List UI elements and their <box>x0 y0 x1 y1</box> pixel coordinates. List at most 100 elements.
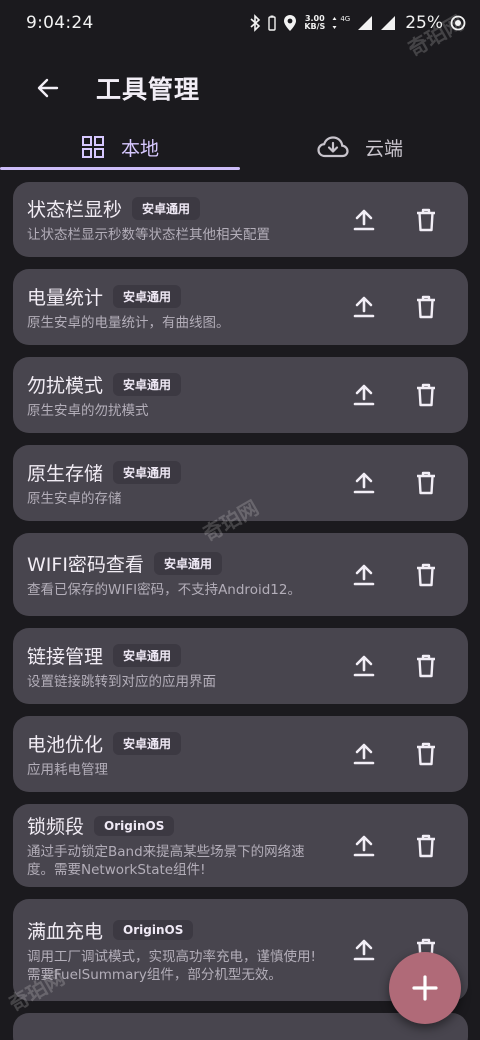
upload-icon <box>353 296 375 318</box>
battery-percent: 25% <box>405 13 443 33</box>
tool-title: 链接管理 <box>27 645 104 668</box>
upload-icon <box>353 743 375 765</box>
tool-title: 勿扰模式 <box>27 374 104 397</box>
tool-card[interactable]: 链接管理 安卓通用 设置链接跳转到对应的应用界面 <box>13 628 468 704</box>
tool-description: 设置链接跳转到对应的应用界面 <box>27 673 216 690</box>
delete-button[interactable] <box>395 646 457 686</box>
tool-card[interactable]: 勿扰模式 安卓通用 原生安卓的勿扰模式 <box>13 357 468 433</box>
tool-card[interactable]: 电池优化 安卓通用 应用耗电管理 <box>13 716 468 792</box>
tab-indicator <box>0 167 240 170</box>
circle-status-icon <box>450 15 466 31</box>
tool-card-text: WIFI密码查看 安卓通用 查看已保存的WIFI密码，不支持Android12。 <box>27 550 333 599</box>
trash-icon <box>417 742 435 766</box>
platform-badge: 安卓通用 <box>132 197 201 220</box>
page-title: 工具管理 <box>96 75 201 104</box>
trash-icon <box>417 471 435 495</box>
tool-description: 原生安卓的勿扰模式 <box>27 402 149 419</box>
upload-icon <box>353 564 375 585</box>
tool-list: 状态栏显秒 安卓通用 让状态栏显示秒数等状态栏其他相关配置 电量统计 安卓通用 … <box>13 182 468 1040</box>
delete-button[interactable] <box>395 200 457 240</box>
upload-button[interactable] <box>333 930 395 970</box>
trash-icon <box>417 208 435 231</box>
tool-description: 应用耗电管理 <box>27 761 108 778</box>
signal-2-icon <box>381 16 396 30</box>
tool-description: 让状态栏显示秒数等状态栏其他相关配置 <box>27 227 270 243</box>
tab-cloud[interactable]: 云端 <box>240 124 480 170</box>
trash-icon <box>417 383 435 407</box>
delete-button[interactable] <box>395 463 457 503</box>
tool-title: 原生存储 <box>27 462 104 485</box>
platform-badge: 安卓通用 <box>113 372 182 396</box>
upload-button[interactable] <box>333 646 395 686</box>
upload-button[interactable] <box>333 287 395 327</box>
platform-badge: 安卓通用 <box>113 643 182 667</box>
network-type: 4G <box>340 15 351 23</box>
tool-card[interactable]: 电量统计 安卓通用 原生安卓的电量统计，有曲线图。 <box>13 269 468 345</box>
data-arrows-icon <box>332 17 337 29</box>
tool-description: 调用工厂调试模式，实现高功率充电，谨慎使用! 需要FuelSummary组件，部… <box>27 948 316 983</box>
grid-icon <box>81 136 104 158</box>
tool-title: 电量统计 <box>27 286 104 309</box>
tool-card-text: 状态栏显秒 安卓通用 让状态栏显示秒数等状态栏其他相关配置 <box>27 195 333 244</box>
platform-badge: OriginOS <box>113 920 194 940</box>
bluetooth-icon <box>250 14 261 32</box>
tool-description: 原生安卓的电量统计，有曲线图。 <box>27 314 230 331</box>
upload-button[interactable] <box>333 734 395 774</box>
delete-button[interactable] <box>395 375 457 415</box>
upload-icon <box>353 209 375 230</box>
delete-button[interactable] <box>395 826 457 866</box>
upload-button[interactable] <box>333 375 395 415</box>
tool-card-text: 电池优化 安卓通用 应用耗电管理 <box>27 730 333 779</box>
platform-badge: 安卓通用 <box>113 460 182 484</box>
tool-card[interactable]: 锁频段 OriginOS 通过手动锁定Band来提高某些场景下的网络速度。需要N… <box>13 804 468 887</box>
tool-title: 锁频段 <box>27 816 85 838</box>
cloud-download-icon <box>317 136 349 158</box>
tool-card[interactable]: 原生存储 安卓通用 原生安卓的存储 <box>13 445 468 521</box>
trash-icon <box>417 834 435 857</box>
tool-card-text: 勿扰模式 安卓通用 原生安卓的勿扰模式 <box>27 371 333 420</box>
tool-description: 查看已保存的WIFI密码，不支持Android12。 <box>27 582 301 598</box>
upload-button[interactable] <box>333 555 395 595</box>
back-button[interactable] <box>16 60 80 116</box>
location-icon <box>284 15 297 31</box>
tab-cloud-label: 云端 <box>364 137 403 160</box>
tab-bar: 本地 云端 <box>0 124 480 170</box>
tool-title: WIFI密码查看 <box>27 554 144 576</box>
tab-local-label: 本地 <box>120 137 159 160</box>
upload-icon <box>353 655 375 677</box>
platform-badge: 安卓通用 <box>113 284 182 308</box>
tool-card-text: 电量统计 安卓通用 原生安卓的电量统计，有曲线图。 <box>27 283 333 332</box>
tool-description: 原生安卓的存储 <box>27 490 122 507</box>
upload-icon <box>353 384 375 406</box>
tool-title: 状态栏显秒 <box>27 199 123 221</box>
tool-card[interactable]: 状态栏显秒 安卓通用 让状态栏显示秒数等状态栏其他相关配置 <box>13 182 468 257</box>
add-tool-button[interactable] <box>389 952 461 1024</box>
status-time: 9:04:24 <box>26 13 94 33</box>
status-icons: 3.00 KB/S 4G 25% <box>249 13 466 33</box>
tool-card[interactable]: WIFI密码查看 安卓通用 查看已保存的WIFI密码，不支持Android12。 <box>13 533 468 616</box>
trash-icon <box>417 295 435 319</box>
tool-title: 电池优化 <box>27 733 104 756</box>
trash-icon <box>417 654 435 678</box>
platform-badge: 安卓通用 <box>153 552 222 575</box>
upload-button[interactable] <box>333 826 395 866</box>
upload-icon <box>353 472 375 494</box>
upload-button[interactable] <box>333 200 395 240</box>
tool-card-partial[interactable] <box>13 1013 468 1040</box>
upload-icon <box>353 939 375 961</box>
tab-local[interactable]: 本地 <box>0 124 240 170</box>
upload-button[interactable] <box>333 463 395 503</box>
signal-icon <box>358 16 373 30</box>
upload-icon <box>353 835 375 856</box>
tool-card-text: 锁频段 OriginOS 通过手动锁定Band来提高某些场景下的网络速度。需要N… <box>27 812 333 879</box>
battery-small-icon <box>268 15 277 31</box>
delete-button[interactable] <box>395 555 457 595</box>
tool-title: 满血充电 <box>27 920 104 943</box>
status-bar: 9:04:24 3.00 KB/S 4G 25% <box>0 0 480 46</box>
tool-card-text: 满血充电 OriginOS 调用工厂调试模式，实现高功率充电，谨慎使用! 需要F… <box>27 917 333 984</box>
arrow-back-icon <box>37 78 59 98</box>
tool-card-text: 链接管理 安卓通用 设置链接跳转到对应的应用界面 <box>27 642 333 691</box>
delete-button[interactable] <box>395 287 457 327</box>
trash-icon <box>417 563 435 586</box>
delete-button[interactable] <box>395 734 457 774</box>
